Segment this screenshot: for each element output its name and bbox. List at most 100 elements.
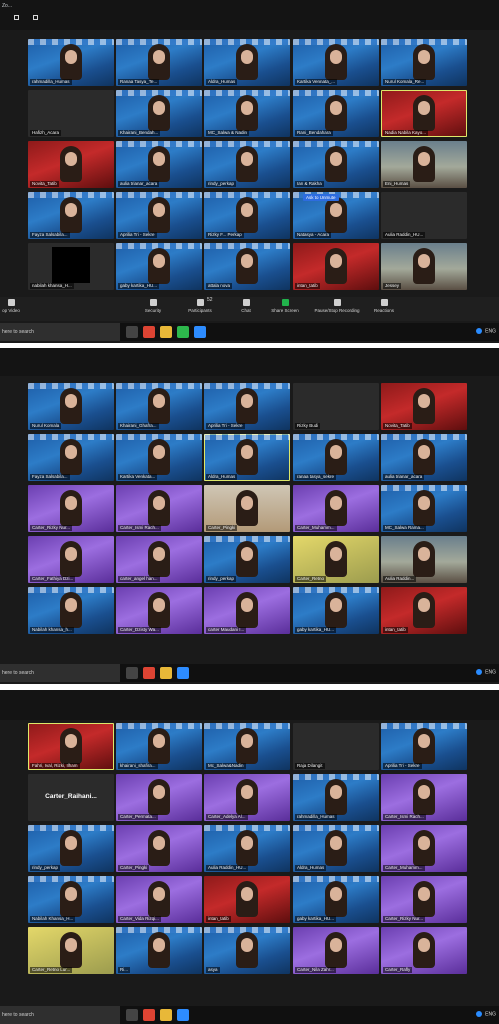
participant-video-tile[interactable]: Hafizh_Acara	[28, 90, 114, 137]
participant-video-tile[interactable]: intan_tatib	[293, 243, 379, 290]
participant-video-tile[interactable]: Rizky Budi	[293, 383, 379, 430]
chrome-icon[interactable]	[143, 1009, 155, 1021]
recording-button[interactable]: Pause/Stop Recording	[307, 299, 367, 313]
participant-video-tile[interactable]: Carter_Rizky Nur...	[381, 876, 467, 923]
task-view-icon[interactable]	[126, 326, 138, 338]
participant-video-tile[interactable]: gaby kartika_HU...	[116, 243, 202, 290]
participant-video-tile[interactable]: Kartika Venkata...	[116, 434, 202, 481]
participant-video-tile[interactable]: Ranaa Tasya_Te...	[116, 39, 202, 86]
participant-video-tile[interactable]: Carter_Ismi Rach...	[116, 485, 202, 532]
participant-video-tile[interactable]: nabilah khansa_H...	[28, 243, 114, 290]
participant-video-tile[interactable]: Ask to Unmute Natasya - Acara	[293, 192, 379, 239]
taskbar-search-box[interactable]: here to search	[0, 323, 120, 341]
participant-video-tile[interactable]: Khairani_Ghafra...	[116, 383, 202, 430]
participant-video-tile[interactable]: MC_Salwa & Nadin	[204, 90, 290, 137]
file-explorer-icon[interactable]	[160, 667, 172, 679]
participant-video-tile[interactable]: Aldra_Humas	[204, 434, 290, 481]
language-indicator[interactable]: ENG	[485, 669, 496, 675]
participant-video-tile[interactable]: Aulia Raddin_HU...	[204, 825, 290, 872]
participant-video-tile[interactable]: Nabilah khansa_h...	[28, 587, 114, 634]
participant-video-tile[interactable]: attala nova	[204, 243, 290, 290]
zoom-app-icon[interactable]	[194, 326, 206, 338]
participant-video-tile[interactable]: Novita_Tatib	[381, 383, 467, 430]
participant-video-tile[interactable]: aulia trianar_acara	[381, 434, 467, 481]
participant-video-tile[interactable]: carter_angel han...	[116, 536, 202, 583]
participant-video-tile[interactable]: Nurul Komala_Re...	[381, 39, 467, 86]
participant-video-tile[interactable]: Carter_Pingki	[204, 485, 290, 532]
participant-video-tile[interactable]: ranaa tasya_sekre	[293, 434, 379, 481]
participant-video-tile[interactable]: Carter_Adelya Al...	[204, 774, 290, 821]
participant-video-tile[interactable]: rindy_perkap	[204, 141, 290, 188]
participant-video-tile[interactable]: gaby kartika_HU...	[293, 876, 379, 923]
chat-button[interactable]: Chat	[237, 299, 255, 313]
participant-video-tile[interactable]: Fayza Salsabila...	[28, 192, 114, 239]
participant-video-tile[interactable]: rahmadilla_Humas	[293, 774, 379, 821]
participant-video-tile[interactable]: intan_tatib	[381, 587, 467, 634]
participant-video-tile[interactable]: Carter_Dzisty Wa...	[116, 587, 202, 634]
participant-video-tile[interactable]: gaby kartika_HU...	[293, 587, 379, 634]
tray-app-icon[interactable]	[476, 1011, 483, 1017]
file-explorer-icon[interactable]	[160, 1009, 172, 1021]
participant-video-tile[interactable]: Rizky F... Perkap	[204, 192, 290, 239]
participant-video-tile[interactable]: Aprilia Tri - Sekre	[116, 192, 202, 239]
chrome-icon[interactable]	[143, 667, 155, 679]
participant-video-tile[interactable]: rahmadilla_Humas	[28, 39, 114, 86]
participant-video-tile[interactable]: Carter_Raihani...	[28, 774, 114, 821]
participant-video-tile[interactable]: Aulia Raddin_HU...	[381, 192, 467, 239]
participant-video-tile[interactable]: rindy_perkap	[204, 536, 290, 583]
participant-video-tile[interactable]: Carter_Nila Zahr...	[293, 927, 379, 974]
participant-video-tile[interactable]: Carter_Muhamm...	[381, 825, 467, 872]
participant-video-tile[interactable]: Aprilia Tri - Sekre	[204, 383, 290, 430]
participant-video-tile[interactable]: Carter_Pingki	[116, 825, 202, 872]
participant-video-tile[interactable]: Carter_Retno Lur...	[28, 927, 114, 974]
zoom-app-icon[interactable]	[177, 667, 189, 679]
tray-app-icon[interactable]	[476, 669, 483, 675]
participant-video-tile[interactable]: carter Maudani I...	[204, 587, 290, 634]
participant-video-tile[interactable]: Carter_Muhamm...	[293, 485, 379, 532]
reactions-button[interactable]: Reactions	[371, 299, 397, 313]
participant-video-tile[interactable]: MC_Salwa Rama...	[381, 485, 467, 532]
participant-video-tile[interactable]: Carter_Fathiya Dzi...	[28, 536, 114, 583]
file-explorer-icon[interactable]	[160, 326, 172, 338]
participant-video-tile[interactable]: Rani_Bendahara	[293, 90, 379, 137]
participant-video-tile[interactable]: Khairani_Bendah...	[116, 90, 202, 137]
task-view-icon[interactable]	[126, 1009, 138, 1021]
participant-video-tile[interactable]: Carter_Ismi Rach...	[381, 774, 467, 821]
participant-video-tile[interactable]: Carter_Permata...	[116, 774, 202, 821]
participant-video-tile[interactable]: Ian & Rakha	[293, 141, 379, 188]
participant-video-tile[interactable]: Nurul Komala	[28, 383, 114, 430]
language-indicator[interactable]: ENG	[485, 328, 496, 334]
taskbar-search-box-3[interactable]: here to search	[0, 1006, 120, 1024]
taskbar-search-box-2[interactable]: here to search	[0, 664, 120, 682]
task-view-icon[interactable]	[126, 667, 138, 679]
participant-video-tile[interactable]: Carter_Rizky Nur...	[28, 485, 114, 532]
participant-video-tile[interactable]: Aldra_Humas	[293, 825, 379, 872]
participant-video-tile[interactable]: Kartika Vennata_...	[293, 39, 379, 86]
minimize-icon[interactable]	[14, 15, 19, 20]
stop-video-button[interactable]: op Video	[0, 299, 22, 313]
participant-video-tile[interactable]: Raja Dilangit	[293, 723, 379, 770]
participant-video-tile[interactable]: Ri...	[116, 927, 202, 974]
participant-video-tile[interactable]: Nabilah Khansa_H...	[28, 876, 114, 923]
maximize-icon[interactable]	[33, 15, 38, 20]
participant-video-tile[interactable]: Jessey	[381, 243, 467, 290]
participant-video-tile[interactable]: khairani_shafira...	[116, 723, 202, 770]
security-button[interactable]: Security	[141, 299, 165, 313]
chrome-icon[interactable]	[143, 326, 155, 338]
participant-video-tile[interactable]: Carter_Retno	[293, 536, 379, 583]
participant-video-tile[interactable]: Fahri, Ival, Rizki, Ilham	[28, 723, 114, 770]
participant-video-tile[interactable]: Novita_Tatib	[28, 141, 114, 188]
participant-video-tile[interactable]: Nadia Nabila Kayo...	[381, 90, 467, 137]
participant-video-tile[interactable]: asya	[204, 927, 290, 974]
participant-video-tile[interactable]: Eni_Humas	[381, 141, 467, 188]
share-screen-button[interactable]: Share Screen	[268, 299, 302, 313]
participant-video-tile[interactable]: Aulia Raddin...	[381, 536, 467, 583]
participant-video-tile[interactable]: Aprilia Tri - Sekre	[381, 723, 467, 770]
participant-video-tile[interactable]: Carter_Rafly	[381, 927, 467, 974]
participant-video-tile[interactable]: Aldra_Humas	[204, 39, 290, 86]
participant-video-tile[interactable]: Fayza Salsabila...	[28, 434, 114, 481]
participant-video-tile[interactable]: Mc_Salwa&Nadin	[204, 723, 290, 770]
participant-video-tile[interactable]: aulia trianar_acara	[116, 141, 202, 188]
participant-video-tile[interactable]: rindy_perkap	[28, 825, 114, 872]
tray-app-icon[interactable]	[476, 328, 483, 334]
